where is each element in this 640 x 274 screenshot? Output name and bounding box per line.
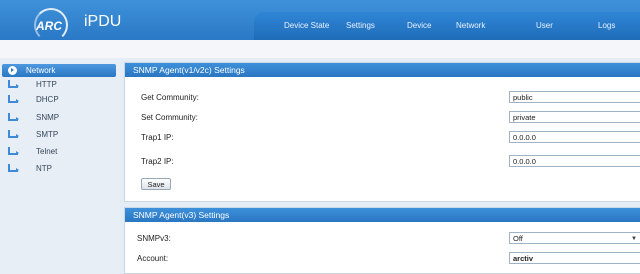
sidebar-item-snmp[interactable]: SNMP <box>2 111 116 124</box>
arrow-right-icon <box>8 164 19 172</box>
arrow-right-icon <box>8 130 19 138</box>
arrow-right-icon <box>8 95 19 103</box>
nav-user[interactable]: User <box>536 21 553 30</box>
sidebar-item-label: Telnet <box>36 147 58 156</box>
snmp-v1v2-panel: SNMP Agent(v1/v2c) Settings Get Communit… <box>124 62 640 202</box>
snmpv3-label: SNMPv3: <box>137 234 171 243</box>
account-label: Account: <box>137 254 169 263</box>
arrow-right-icon <box>8 147 19 155</box>
set-community-label: Set Community: <box>141 113 198 122</box>
get-community-label: Get Community: <box>141 93 199 102</box>
sidebar-item-label: SNMP <box>36 113 60 122</box>
sidebar-item-label: Network <box>26 66 56 75</box>
nav-settings[interactable]: Settings <box>346 21 375 30</box>
sidebar-item-http[interactable]: HTTP <box>2 78 116 91</box>
arrow-circle-icon <box>8 66 17 75</box>
trap2-ip-input[interactable] <box>509 155 640 167</box>
trap1-row: Trap1 IP: <box>125 131 640 145</box>
arrow-right-icon <box>8 113 19 121</box>
nav-device[interactable]: Device <box>407 21 431 30</box>
account-row: Account: <box>125 252 640 266</box>
nav-network[interactable]: Network <box>456 21 485 30</box>
trap2-row: Trap2 IP: <box>125 155 640 169</box>
get-community-row: Get Community: <box>125 91 640 105</box>
panel-title: SNMP Agent(v3) Settings <box>125 208 640 222</box>
sidebar-item-smtp[interactable]: SMTP <box>2 128 116 141</box>
sidebar-item-dhcp[interactable]: DHCP <box>2 93 116 106</box>
snmp-v3-panel: SNMP Agent(v3) Settings SNMPv3: Off ▼ Ac… <box>124 207 640 274</box>
get-community-input[interactable] <box>509 91 640 103</box>
nav-device-state[interactable]: Device State <box>284 21 329 30</box>
main-nav: Device State Settings Device Network Use… <box>254 12 640 40</box>
sidebar-item-label: HTTP <box>36 80 57 89</box>
arc-logo: ARC iPDU <box>30 7 130 42</box>
sidebar-item-telnet[interactable]: Telnet <box>2 145 116 158</box>
trap1-ip-input[interactable] <box>509 131 640 143</box>
top-header: ARC iPDU Device State Settings Device Ne… <box>0 0 640 42</box>
account-input[interactable] <box>509 252 640 264</box>
sidebar-item-label: SMTP <box>36 130 59 139</box>
sidebar: Network HTTP DHCP SNMP SMTP Telnet NTP <box>0 58 120 274</box>
trap2-label: Trap2 IP: <box>141 157 174 166</box>
snmpv3-row: SNMPv3: Off ▼ <box>125 232 640 246</box>
set-community-input[interactable] <box>509 111 640 123</box>
sidebar-item-label: DHCP <box>36 95 59 104</box>
nav-logs[interactable]: Logs <box>598 21 615 30</box>
sidebar-item-ntp[interactable]: NTP <box>2 162 116 175</box>
dropdown-arrow-icon: ▼ <box>631 236 637 242</box>
snmpv3-select[interactable]: Off ▼ <box>509 232 640 244</box>
snmpv3-selected-value: Off <box>513 234 523 243</box>
app-title: iPDU <box>84 13 122 30</box>
trap1-label: Trap1 IP: <box>141 133 174 142</box>
sidebar-item-label: NTP <box>36 164 52 173</box>
save-button[interactable]: Save <box>141 178 171 190</box>
sub-toolbar <box>0 40 640 58</box>
set-community-row: Set Community: <box>125 111 640 125</box>
sidebar-item-network[interactable]: Network <box>2 64 116 77</box>
panel-title: SNMP Agent(v1/v2c) Settings <box>125 63 640 77</box>
arrow-right-icon <box>8 80 19 88</box>
logo-mark: ARC <box>36 19 62 33</box>
